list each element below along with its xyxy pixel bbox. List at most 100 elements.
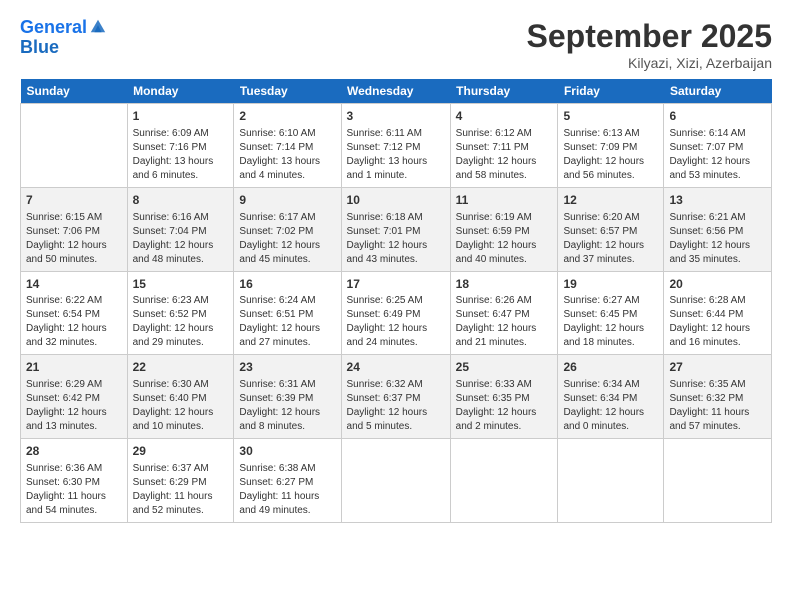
day-number: 15 [133, 276, 229, 293]
day-number: 1 [133, 108, 229, 125]
calendar-week: 1Sunrise: 6:09 AMSunset: 7:16 PMDaylight… [21, 104, 772, 188]
day-info: and 0 minutes. [563, 420, 658, 434]
day-info: Sunrise: 6:19 AM [456, 211, 553, 225]
day-info: Daylight: 12 hours [563, 322, 658, 336]
calendar-cell: 23Sunrise: 6:31 AMSunset: 6:39 PMDayligh… [234, 355, 341, 439]
day-info: and 4 minutes. [239, 169, 335, 183]
day-info: Sunrise: 6:15 AM [26, 211, 122, 225]
day-info: and 16 minutes. [669, 336, 766, 350]
weekday-header: Saturday [664, 79, 772, 104]
day-info: Sunrise: 6:18 AM [347, 211, 445, 225]
day-info: Sunrise: 6:12 AM [456, 127, 553, 141]
calendar-cell: 20Sunrise: 6:28 AMSunset: 6:44 PMDayligh… [664, 271, 772, 355]
day-info: Sunrise: 6:28 AM [669, 294, 766, 308]
location: Kilyazi, Xizi, Azerbaijan [527, 55, 772, 71]
day-info: Sunrise: 6:24 AM [239, 294, 335, 308]
day-number: 18 [456, 276, 553, 293]
day-info: Sunset: 6:30 PM [26, 476, 122, 490]
day-info: Daylight: 12 hours [26, 239, 122, 253]
calendar-cell: 28Sunrise: 6:36 AMSunset: 6:30 PMDayligh… [21, 439, 128, 523]
logo-icon [89, 17, 107, 35]
day-info: Sunrise: 6:34 AM [563, 378, 658, 392]
day-info: Sunset: 6:29 PM [133, 476, 229, 490]
day-number: 12 [563, 192, 658, 209]
day-info: and 32 minutes. [26, 336, 122, 350]
day-info: Daylight: 12 hours [347, 239, 445, 253]
day-info: Sunset: 6:39 PM [239, 392, 335, 406]
weekday-header: Thursday [450, 79, 558, 104]
calendar-cell [450, 439, 558, 523]
day-number: 7 [26, 192, 122, 209]
day-info: Sunrise: 6:31 AM [239, 378, 335, 392]
calendar-cell: 13Sunrise: 6:21 AMSunset: 6:56 PMDayligh… [664, 187, 772, 271]
calendar-cell: 19Sunrise: 6:27 AMSunset: 6:45 PMDayligh… [558, 271, 664, 355]
logo-text2: Blue [20, 38, 59, 58]
day-info: Sunset: 6:44 PM [669, 308, 766, 322]
calendar-week: 7Sunrise: 6:15 AMSunset: 7:06 PMDaylight… [21, 187, 772, 271]
calendar-cell: 26Sunrise: 6:34 AMSunset: 6:34 PMDayligh… [558, 355, 664, 439]
day-info: and 57 minutes. [669, 420, 766, 434]
day-info: Daylight: 12 hours [456, 406, 553, 420]
day-info: Daylight: 12 hours [133, 322, 229, 336]
day-info: and 5 minutes. [347, 420, 445, 434]
day-number: 21 [26, 359, 122, 376]
day-info: Sunrise: 6:10 AM [239, 127, 335, 141]
day-info: and 49 minutes. [239, 504, 335, 518]
day-info: Sunset: 7:12 PM [347, 141, 445, 155]
weekday-header: Friday [558, 79, 664, 104]
day-info: Sunset: 7:14 PM [239, 141, 335, 155]
day-info: Daylight: 12 hours [563, 155, 658, 169]
day-info: Sunrise: 6:30 AM [133, 378, 229, 392]
day-number: 23 [239, 359, 335, 376]
calendar-cell: 22Sunrise: 6:30 AMSunset: 6:40 PMDayligh… [127, 355, 234, 439]
day-info: Daylight: 12 hours [456, 155, 553, 169]
day-info: Sunrise: 6:13 AM [563, 127, 658, 141]
day-info: Sunset: 7:16 PM [133, 141, 229, 155]
day-info: and 50 minutes. [26, 253, 122, 267]
day-info: and 6 minutes. [133, 169, 229, 183]
day-info: and 54 minutes. [26, 504, 122, 518]
day-number: 19 [563, 276, 658, 293]
calendar-week: 28Sunrise: 6:36 AMSunset: 6:30 PMDayligh… [21, 439, 772, 523]
day-info: Sunset: 7:07 PM [669, 141, 766, 155]
calendar-cell: 1Sunrise: 6:09 AMSunset: 7:16 PMDaylight… [127, 104, 234, 188]
day-number: 20 [669, 276, 766, 293]
day-info: and 8 minutes. [239, 420, 335, 434]
day-info: and 27 minutes. [239, 336, 335, 350]
day-info: Sunrise: 6:27 AM [563, 294, 658, 308]
day-info: Daylight: 12 hours [239, 239, 335, 253]
day-info: Sunrise: 6:23 AM [133, 294, 229, 308]
day-number: 16 [239, 276, 335, 293]
day-number: 25 [456, 359, 553, 376]
day-info: and 58 minutes. [456, 169, 553, 183]
day-info: Daylight: 12 hours [26, 406, 122, 420]
day-info: Sunset: 7:11 PM [456, 141, 553, 155]
day-info: Sunrise: 6:17 AM [239, 211, 335, 225]
calendar-cell: 12Sunrise: 6:20 AMSunset: 6:57 PMDayligh… [558, 187, 664, 271]
day-info: Sunset: 6:42 PM [26, 392, 122, 406]
day-info: and 37 minutes. [563, 253, 658, 267]
weekday-header: Wednesday [341, 79, 450, 104]
day-number: 30 [239, 443, 335, 460]
day-info: Sunrise: 6:25 AM [347, 294, 445, 308]
day-info: Sunrise: 6:38 AM [239, 462, 335, 476]
calendar-cell [558, 439, 664, 523]
day-info: Sunrise: 6:16 AM [133, 211, 229, 225]
day-info: and 1 minute. [347, 169, 445, 183]
day-number: 27 [669, 359, 766, 376]
calendar-cell [341, 439, 450, 523]
day-info: Sunset: 6:37 PM [347, 392, 445, 406]
day-info: Sunrise: 6:22 AM [26, 294, 122, 308]
month-title: September 2025 [527, 18, 772, 55]
day-info: Daylight: 13 hours [239, 155, 335, 169]
day-number: 11 [456, 192, 553, 209]
day-info: and 52 minutes. [133, 504, 229, 518]
calendar-cell: 27Sunrise: 6:35 AMSunset: 6:32 PMDayligh… [664, 355, 772, 439]
day-info: Daylight: 13 hours [133, 155, 229, 169]
calendar-cell: 3Sunrise: 6:11 AMSunset: 7:12 PMDaylight… [341, 104, 450, 188]
day-info: Sunset: 6:34 PM [563, 392, 658, 406]
day-number: 13 [669, 192, 766, 209]
day-info: Sunrise: 6:21 AM [669, 211, 766, 225]
day-info: Sunset: 7:01 PM [347, 225, 445, 239]
day-info: Sunset: 6:56 PM [669, 225, 766, 239]
